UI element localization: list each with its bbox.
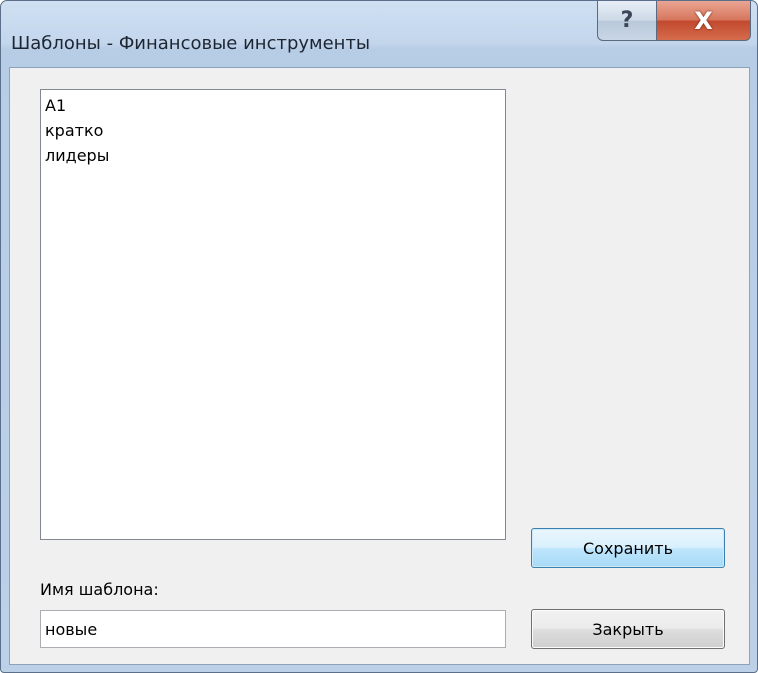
list-item[interactable]: лидеры: [44, 143, 505, 168]
help-icon: ?: [620, 8, 634, 33]
save-button[interactable]: Сохранить: [531, 528, 725, 568]
title-bar[interactable]: Шаблоны - Финансовые инструменты ? X: [1, 1, 757, 67]
close-icon: X: [694, 6, 713, 35]
list-item[interactable]: кратко: [44, 118, 505, 143]
dialog-body: A1 кратко лидеры Сохранить Имя шаблона: …: [9, 67, 750, 665]
template-name-input[interactable]: [40, 610, 506, 648]
list-item[interactable]: A1: [44, 93, 505, 118]
close-button[interactable]: Закрыть: [531, 609, 725, 649]
template-name-label: Имя шаблона:: [40, 580, 159, 599]
help-button[interactable]: ?: [597, 1, 657, 41]
window-title: Шаблоны - Финансовые инструменты: [11, 33, 371, 54]
templates-dialog: Шаблоны - Финансовые инструменты ? X A1 …: [0, 0, 758, 673]
window-close-button[interactable]: X: [657, 1, 751, 41]
caption-buttons: ? X: [597, 1, 751, 41]
template-list[interactable]: A1 кратко лидеры: [40, 89, 506, 540]
